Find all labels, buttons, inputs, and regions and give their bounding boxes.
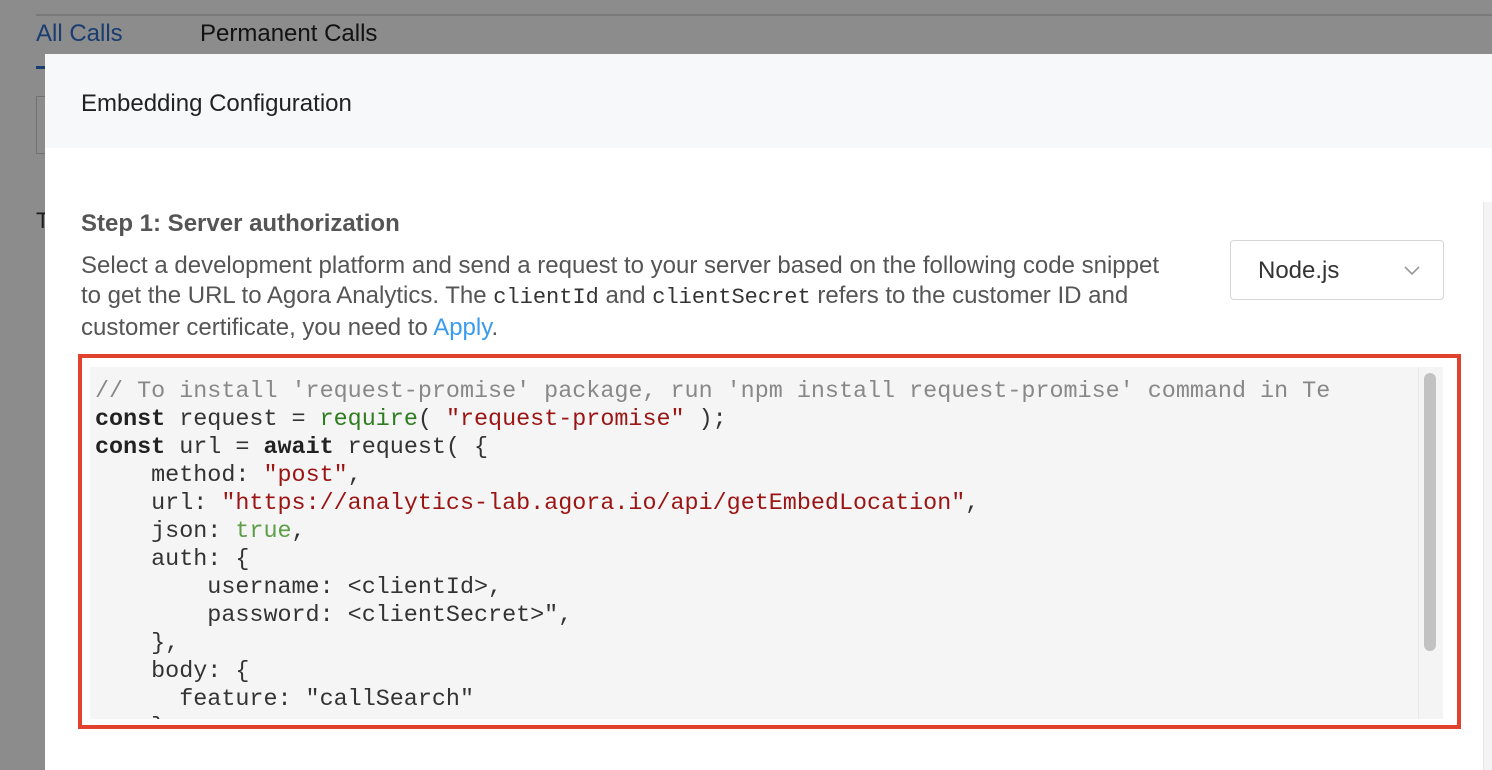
description-text: . [491, 314, 499, 341]
code-line: const request = require( "request-promis… [95, 406, 727, 434]
modal-title: Embedding Configuration [81, 90, 352, 117]
code-token: const [95, 407, 166, 433]
code-snippet: // To install 'request-promise' package,… [90, 367, 1418, 719]
step-title: Step 1: Server authorization [81, 210, 400, 237]
code-token: const [95, 435, 166, 461]
modal-scrollbar[interactable] [1483, 202, 1492, 770]
code-line: } [95, 714, 165, 719]
client-secret-code: clientSecret [652, 285, 811, 310]
code-token: "request-promise" [445, 407, 685, 433]
code-line: json: true, [95, 518, 306, 546]
code-line: password: <clientSecret>", [95, 603, 573, 629]
code-token: request = [165, 407, 320, 433]
code-token: ( [417, 407, 446, 433]
code-line: auth: { [95, 547, 250, 573]
code-line: body: { [95, 659, 250, 685]
code-snippet-highlight: // To install 'request-promise' package,… [78, 354, 1461, 729]
platform-select[interactable]: Node.js [1230, 240, 1444, 300]
code-token: true [235, 519, 292, 545]
code-token: "post" [263, 463, 348, 489]
code-token: , [347, 463, 362, 489]
code-token: ); [684, 407, 727, 433]
scrollbar-thumb[interactable] [1424, 373, 1436, 651]
code-line: }, [95, 631, 180, 657]
code-line: username: <clientId>, [95, 575, 503, 601]
code-token: await [263, 435, 334, 461]
code-token: require [319, 407, 418, 433]
code-token: url: [95, 491, 222, 517]
code-token: , [965, 491, 980, 517]
code-line: url: "https://analytics-lab.agora.io/api… [95, 490, 979, 518]
code-line: // To install 'request-promise' package,… [95, 379, 1331, 405]
code-line: method: "post", [95, 462, 362, 490]
code-line: feature: "callSearch" [95, 687, 474, 713]
code-line: const url = await request( { [95, 434, 488, 462]
embedding-configuration-modal: Embedding Configuration Step 1: Server a… [45, 54, 1492, 770]
apply-link[interactable]: Apply [433, 314, 491, 341]
step-description: Select a development platform and send a… [81, 251, 1181, 343]
code-token: url = [165, 435, 264, 461]
code-token: method: [95, 463, 264, 489]
client-id-code: clientId [493, 285, 599, 310]
code-token: request( { [333, 435, 489, 461]
code-token: "https://analytics-lab.agora.io/api/getE… [221, 491, 966, 517]
code-scrollbar[interactable] [1418, 367, 1443, 719]
code-token: json: [95, 519, 236, 545]
platform-select-value: Node.js [1258, 257, 1340, 284]
modal-header: Embedding Configuration [45, 54, 1492, 148]
code-token: , [291, 519, 306, 545]
chevron-down-icon [1404, 266, 1420, 276]
description-text: and [598, 282, 653, 309]
